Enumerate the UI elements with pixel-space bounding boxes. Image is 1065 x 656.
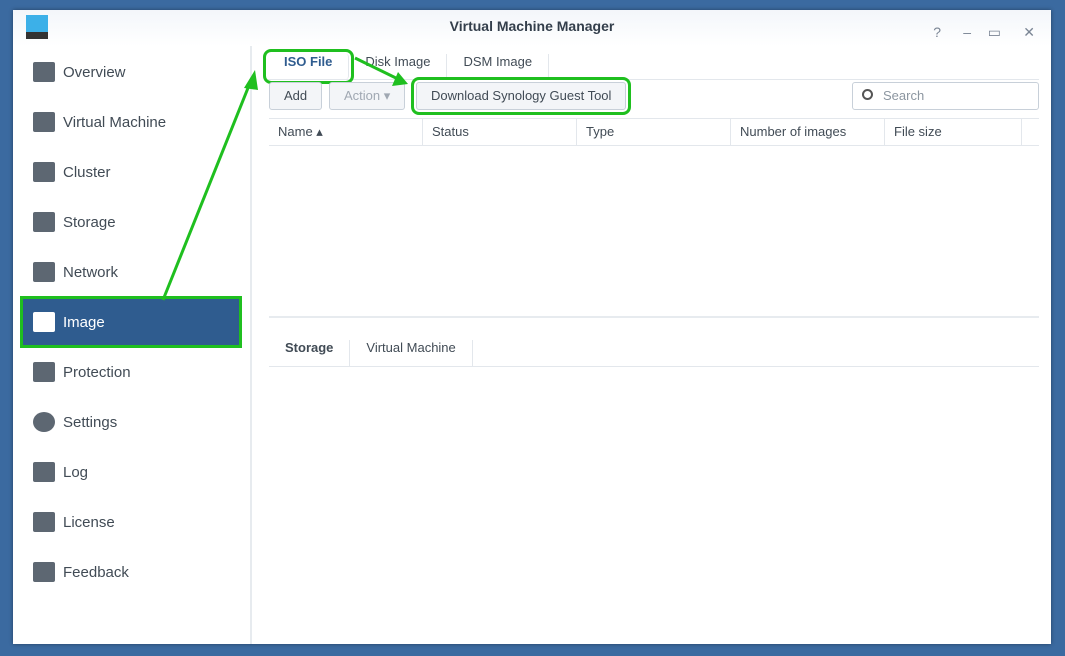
sidebar-item-cluster[interactable]: Cluster <box>23 149 239 195</box>
table-header: Name ▴ Status Type Number of images File… <box>269 118 1039 146</box>
download-guest-tool-button[interactable]: Download Synology Guest Tool <box>410 77 632 115</box>
label: Log <box>63 463 89 481</box>
sidebar-item-storage[interactable]: Storage <box>23 199 239 245</box>
database-icon <box>33 212 55 232</box>
tab-dsm-image[interactable]: DSM Image <box>447 54 550 79</box>
main-panel: ISO File Disk Image DSM Image Add Action… <box>262 46 1039 644</box>
sidebar-item-feedback[interactable]: Feedback <box>23 549 239 595</box>
title-bar: Virtual Machine Manager ? – ▭ ✕ <box>13 10 1051 46</box>
window: Virtual Machine Manager ? – ▭ ✕ Overview… <box>13 10 1051 644</box>
vm-icon <box>33 112 55 132</box>
close-icon[interactable]: ✕ <box>1023 16 1035 48</box>
sidebar-item-protection[interactable]: Protection <box>23 349 239 395</box>
col-type[interactable]: Type <box>577 119 731 145</box>
search-icon <box>862 89 873 100</box>
label: Protection <box>63 363 131 381</box>
col-status[interactable]: Status <box>423 119 577 145</box>
sidebar-item-network[interactable]: Network <box>23 249 239 295</box>
sidebar-item-settings[interactable]: Settings <box>23 399 239 445</box>
log-icon <box>33 462 55 482</box>
disc-icon <box>33 312 55 332</box>
label: License <box>63 513 115 531</box>
network-icon <box>33 262 55 282</box>
sidebar-item-image[interactable]: Image <box>20 296 242 348</box>
sidebar-item-virtual-machine[interactable]: Virtual Machine <box>23 99 239 145</box>
label: Image <box>63 313 105 331</box>
label: Storage <box>63 213 116 231</box>
sidebar-item-overview[interactable]: Overview <box>23 49 239 95</box>
label: Settings <box>63 413 118 431</box>
minimize-icon[interactable]: – <box>963 16 971 48</box>
overview-icon <box>33 62 55 82</box>
sidebar: Overview Virtual Machine Cluster Storage… <box>13 46 252 644</box>
tab-storage[interactable]: Storage <box>269 340 351 366</box>
label: Virtual Machine <box>63 113 167 131</box>
col-file-size[interactable]: File size <box>885 119 1022 145</box>
tab-disk-image[interactable]: Disk Image <box>349 54 448 79</box>
detail-tabs: Storage Virtual Machine <box>269 332 1039 367</box>
shield-icon <box>33 362 55 382</box>
add-button[interactable]: Add <box>269 82 323 110</box>
label: Cluster <box>63 163 111 181</box>
splitter[interactable] <box>269 316 1039 318</box>
sidebar-item-log[interactable]: Log <box>23 449 239 495</box>
tab-virtual-machine[interactable]: Virtual Machine <box>350 340 473 366</box>
cluster-icon <box>33 162 55 182</box>
label: Network <box>63 263 119 281</box>
gear-icon <box>33 412 55 432</box>
tab-iso-file[interactable]: ISO File <box>262 49 355 84</box>
col-name[interactable]: Name ▴ <box>269 119 423 145</box>
label: Feedback <box>63 563 129 581</box>
app-logo-icon <box>26 15 48 39</box>
window-title: Virtual Machine Manager <box>449 18 615 34</box>
label: Overview <box>63 63 126 81</box>
action-button[interactable]: Action ▾ <box>329 82 406 110</box>
image-tabs: ISO File Disk Image DSM Image <box>262 46 1039 84</box>
maximize-icon[interactable]: ▭ <box>988 16 1001 48</box>
col-number-of-images[interactable]: Number of images <box>731 119 885 145</box>
help-icon[interactable]: ? <box>933 16 941 48</box>
key-icon <box>33 512 55 532</box>
sidebar-item-license[interactable]: License <box>23 499 239 545</box>
search-input[interactable]: Search <box>852 82 1039 110</box>
envelope-icon <box>33 562 55 582</box>
